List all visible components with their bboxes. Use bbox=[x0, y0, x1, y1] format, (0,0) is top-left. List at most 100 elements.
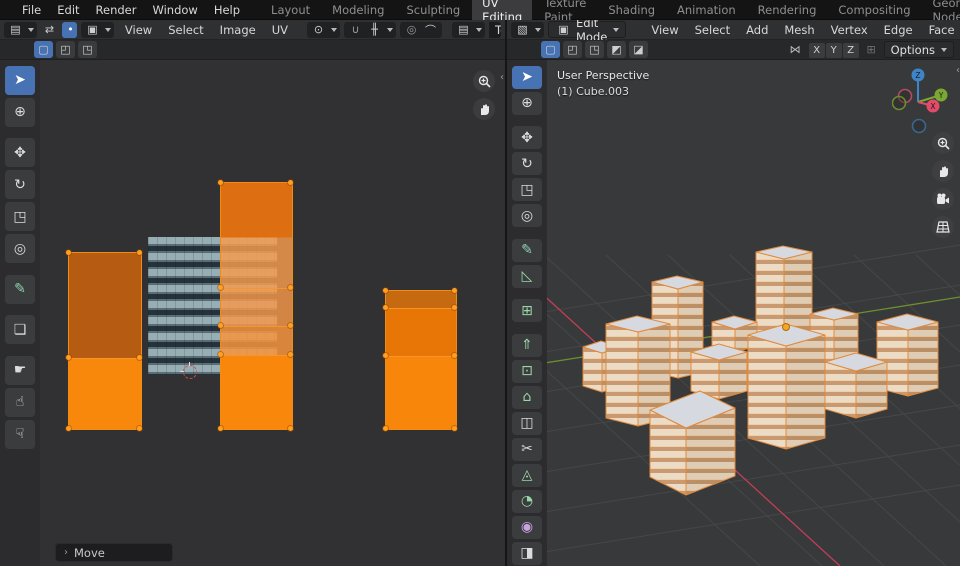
uv-face[interactable] bbox=[221, 355, 292, 429]
extrude-region-tool[interactable]: ⇑ bbox=[512, 334, 542, 357]
box-select-subtract[interactable]: ◳ bbox=[585, 41, 604, 58]
pan-hand-icon[interactable] bbox=[932, 160, 954, 182]
box-select-invert[interactable]: ◩ bbox=[607, 41, 626, 58]
box-select-intersect[interactable]: ◪ bbox=[629, 41, 648, 58]
menu-item[interactable]: Add bbox=[739, 22, 775, 38]
building-face-left[interactable] bbox=[825, 362, 856, 418]
uv-face[interactable] bbox=[386, 291, 456, 308]
uv-vertex-dot[interactable] bbox=[288, 285, 293, 290]
gizmo-axis-ball[interactable] bbox=[913, 120, 926, 133]
workspace-tab[interactable]: Layout bbox=[261, 0, 320, 19]
uv-face[interactable] bbox=[221, 288, 292, 326]
editor-type-dropdown[interactable]: ▤ bbox=[4, 22, 37, 38]
menu-item[interactable]: Edit bbox=[50, 2, 86, 18]
uv-vertex-dot[interactable] bbox=[383, 426, 388, 431]
uv-vertex-dot[interactable] bbox=[383, 288, 388, 293]
gizmo-axis-ball[interactable] bbox=[893, 97, 906, 110]
tweak-select-tool[interactable]: ➤ bbox=[512, 66, 542, 89]
building-face-left[interactable] bbox=[606, 324, 638, 426]
image-browse-dropdown[interactable]: ▤ bbox=[452, 22, 485, 38]
viewport-canvas[interactable]: User Perspective (1) Cube.003 ZYX ‹ bbox=[507, 60, 960, 566]
uv-island[interactable] bbox=[385, 290, 457, 430]
uv-face[interactable] bbox=[69, 358, 141, 429]
pivot-point-dropdown[interactable]: ⊙ bbox=[307, 22, 340, 38]
menu-item[interactable]: Window bbox=[145, 2, 204, 18]
uv-vertex-dot[interactable] bbox=[383, 353, 388, 358]
proportional-editing-group[interactable]: ◎ ⌒ bbox=[400, 22, 442, 38]
smooth-tool[interactable]: ◉ bbox=[512, 516, 542, 539]
measure-tool[interactable]: ◺ bbox=[512, 265, 542, 288]
mirror-axis-button[interactable]: Z bbox=[843, 43, 859, 58]
uv-vertex-dot[interactable] bbox=[288, 426, 293, 431]
cursor-tool[interactable]: ⊕ bbox=[5, 98, 35, 127]
transform-tool[interactable]: ◎ bbox=[5, 234, 35, 263]
building-face-right[interactable] bbox=[786, 335, 825, 449]
camera-view-icon[interactable] bbox=[932, 188, 954, 210]
menu-item[interactable]: Edge bbox=[877, 22, 920, 38]
rotate-tool[interactable]: ↻ bbox=[512, 152, 542, 175]
building-face-right[interactable] bbox=[908, 322, 938, 396]
menu-item[interactable]: Select bbox=[161, 22, 210, 38]
options-dropdown[interactable]: Options bbox=[884, 41, 954, 58]
add-cube-tool[interactable]: ⊞ bbox=[512, 299, 542, 322]
uv-vertex-dot[interactable] bbox=[383, 305, 388, 310]
uv-vertex-dot[interactable] bbox=[218, 323, 223, 328]
menu-item[interactable]: Face bbox=[922, 22, 960, 38]
menu-item[interactable]: Mesh bbox=[777, 22, 821, 38]
spin-tool[interactable]: ◔ bbox=[512, 490, 542, 513]
uv-face[interactable] bbox=[386, 308, 456, 356]
uv-vertex-dot[interactable] bbox=[137, 250, 142, 255]
grab-tool[interactable]: ☛ bbox=[5, 356, 35, 385]
uv-face[interactable] bbox=[221, 326, 292, 355]
poly-build-tool[interactable]: ◬ bbox=[512, 464, 542, 487]
uv-vertex-dot[interactable] bbox=[66, 426, 71, 431]
menu-item[interactable]: Select bbox=[688, 22, 737, 38]
building[interactable] bbox=[825, 353, 887, 418]
menu-item[interactable]: Render bbox=[89, 2, 144, 18]
sticky-selection-dropdown[interactable]: ▣ bbox=[81, 22, 114, 38]
box-select-extend[interactable]: ◰ bbox=[563, 41, 582, 58]
uv-vertex-dot[interactable] bbox=[452, 305, 457, 310]
navigation-gizmo[interactable]: ZYX bbox=[892, 62, 956, 138]
editor-type-dropdown[interactable]: ▧ bbox=[511, 22, 544, 38]
uv-vertex-dot[interactable] bbox=[218, 180, 223, 185]
menu-item[interactable]: Help bbox=[207, 2, 247, 18]
transform-tool[interactable]: ◎ bbox=[512, 204, 542, 227]
uv-vertex-dot[interactable] bbox=[137, 426, 142, 431]
zoom-icon[interactable] bbox=[473, 70, 495, 92]
building-face-left[interactable] bbox=[748, 335, 786, 449]
box-select-subtract[interactable]: ◳ bbox=[78, 41, 97, 58]
uv-vertex-dot[interactable] bbox=[137, 355, 142, 360]
uv-vertex-dot[interactable] bbox=[452, 288, 457, 293]
workspace-tab[interactable]: Compositing bbox=[828, 0, 920, 19]
menu-item[interactable]: Vertex bbox=[824, 22, 875, 38]
building-face-left[interactable] bbox=[756, 252, 784, 338]
rip-region-tool[interactable]: ❏ bbox=[5, 315, 35, 344]
workspace-tab[interactable]: Shading bbox=[598, 0, 665, 19]
move-tool[interactable]: ✥ bbox=[5, 138, 35, 167]
box-select-extend[interactable]: ◰ bbox=[56, 41, 75, 58]
uv-vertex-dot[interactable] bbox=[66, 355, 71, 360]
uv-face[interactable] bbox=[221, 183, 292, 288]
menu-item[interactable]: View bbox=[644, 22, 685, 38]
uv-island[interactable] bbox=[220, 182, 293, 430]
operator-panel-move[interactable]: › Move bbox=[55, 543, 173, 562]
box-select-set[interactable]: ▢ bbox=[34, 41, 53, 58]
uv-vertex-dot[interactable] bbox=[288, 180, 293, 185]
uv-vertex-dot[interactable] bbox=[288, 323, 293, 328]
uv-face[interactable] bbox=[386, 356, 456, 429]
workspace-tab[interactable]: Rendering bbox=[748, 0, 827, 19]
relax-tool[interactable]: ☝ bbox=[5, 388, 35, 417]
uv-vertex-dot[interactable] bbox=[218, 352, 223, 357]
pinch-tool[interactable]: ☟ bbox=[5, 420, 35, 449]
mirror-axis-button[interactable]: Y bbox=[826, 43, 842, 58]
snapping-dropdown[interactable]: ∪ ╫ bbox=[344, 22, 396, 38]
workspace-tab[interactable]: Animation bbox=[667, 0, 746, 19]
uv-canvas[interactable]: ‹ › Move bbox=[0, 60, 505, 566]
uv-vertex-dot[interactable] bbox=[66, 250, 71, 255]
uv-face[interactable] bbox=[69, 253, 141, 358]
uv-island[interactable] bbox=[68, 252, 142, 430]
scale-tool[interactable]: ◳ bbox=[512, 178, 542, 201]
building[interactable] bbox=[650, 391, 735, 495]
annotate-tool[interactable]: ✎ bbox=[512, 239, 542, 262]
